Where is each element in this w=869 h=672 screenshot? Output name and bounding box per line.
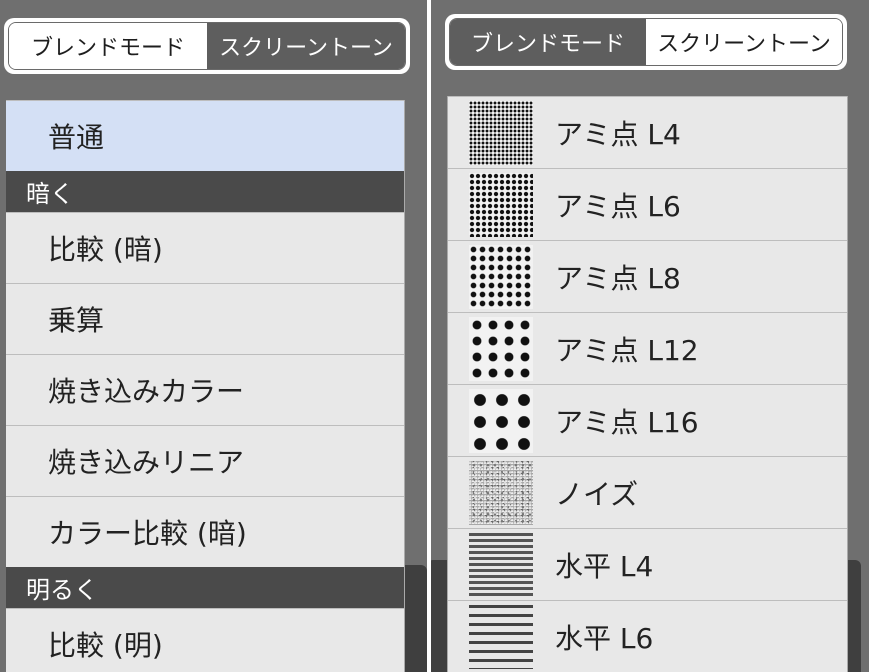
list-item-label: 焼き込みカラー [48, 375, 245, 408]
list-item-lighten[interactable]: 比較 (明) [6, 608, 404, 672]
tab-blend-mode[interactable]: ブレンドモード [450, 19, 646, 65]
list-item-dots-l6[interactable]: アミ点 L6 [448, 168, 847, 240]
tone-swatch-dots [469, 388, 533, 453]
tab-screen-tone[interactable]: スクリーントーン [646, 19, 842, 65]
list-item-label: 焼き込みリニア [48, 446, 245, 479]
screen-tone-list: アミ点 L4 アミ点 L6 アミ点 L8 アミ点 L12 アミ点 L16 ノイズ… [447, 96, 848, 672]
tone-swatch-dots [469, 316, 533, 381]
tone-swatch-dots [469, 100, 533, 165]
tab-screen-tone[interactable]: スクリーントーン [207, 23, 405, 69]
list-item-horizontal-l4[interactable]: 水平 L4 [448, 528, 847, 600]
tone-swatch-lines [469, 532, 533, 597]
list-item-normal[interactable]: 普通 [6, 100, 404, 171]
list-item-noise[interactable]: ノイズ [448, 456, 847, 528]
list-item-darken[interactable]: 比較 (暗) [6, 212, 404, 283]
segmented-control-frame: ブレンドモード スクリーントーン [449, 18, 843, 66]
list-item-label: カラー比較 (暗) [48, 517, 247, 550]
list-item-label: アミ点 L12 [555, 333, 699, 367]
list-item-label: ノイズ [555, 477, 639, 511]
list-item-dots-l4[interactable]: アミ点 L4 [448, 96, 847, 168]
list-item-label: 普通 [48, 121, 105, 154]
list-item-label: アミ点 L6 [555, 189, 681, 223]
list-item-dots-l12[interactable]: アミ点 L12 [448, 312, 847, 384]
segmented-control: ブレンドモード スクリーントーン [445, 14, 847, 70]
list-item-darker-color[interactable]: カラー比較 (暗) [6, 496, 404, 567]
tone-swatch-dots [469, 172, 533, 237]
list-item-label: アミ点 L8 [555, 261, 681, 295]
blend-mode-list: 普通 暗く 比較 (暗) 乗算 焼き込みカラー 焼き込みリニア カラー比較 (暗… [6, 100, 405, 672]
left-panel: ブレンドモード スクリーントーン 普通 暗く 比較 (暗) 乗算 焼き込みカラー… [0, 0, 427, 672]
section-header-darken: 暗く [6, 171, 404, 212]
segmented-control-frame: ブレンドモード スクリーントーン [8, 22, 406, 70]
segmented-control: ブレンドモード スクリーントーン [4, 18, 410, 74]
list-item-label: アミ点 L4 [555, 117, 681, 151]
list-item-linear-burn[interactable]: 焼き込みリニア [6, 425, 404, 496]
section-header-lighten: 明るく [6, 567, 404, 608]
list-item-label: 水平 L4 [555, 549, 654, 583]
tone-swatch-dots [469, 244, 533, 309]
list-item-label: 乗算 [48, 304, 105, 337]
list-item-dots-l16[interactable]: アミ点 L16 [448, 384, 847, 456]
list-item-dots-l8[interactable]: アミ点 L8 [448, 240, 847, 312]
tone-swatch-lines [469, 604, 533, 669]
list-item-label: アミ点 L16 [555, 405, 699, 439]
tone-swatch-noise [469, 460, 533, 525]
list-item-horizontal-l6[interactable]: 水平 L6 [448, 600, 847, 672]
list-item-label: 比較 (明) [48, 629, 163, 662]
tab-blend-mode[interactable]: ブレンドモード [9, 23, 207, 69]
list-item-label: 比較 (暗) [48, 233, 163, 266]
list-item-multiply[interactable]: 乗算 [6, 283, 404, 354]
list-item-color-burn[interactable]: 焼き込みカラー [6, 354, 404, 425]
list-item-label: 水平 L6 [555, 621, 654, 655]
